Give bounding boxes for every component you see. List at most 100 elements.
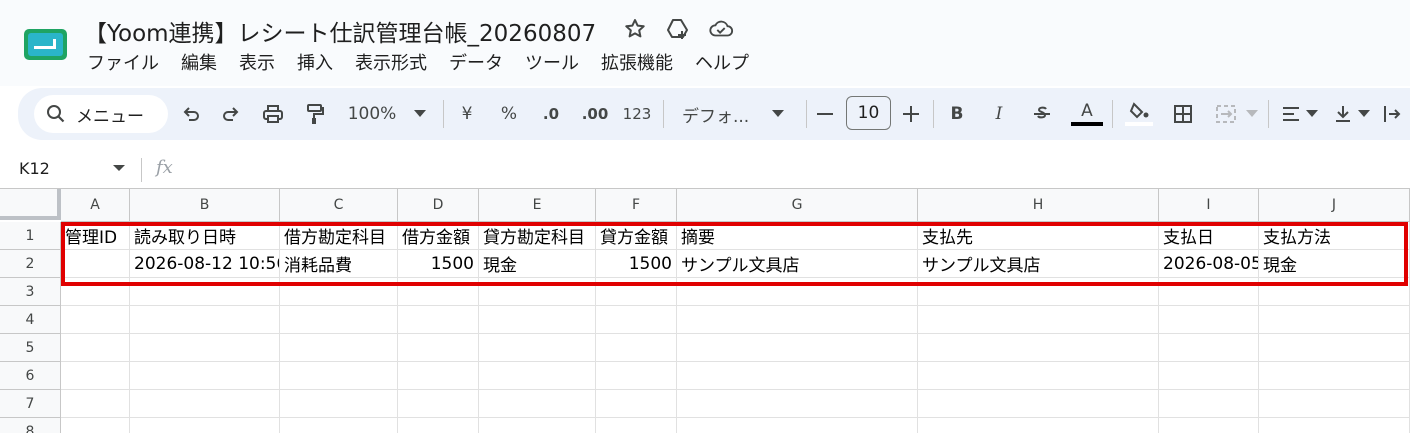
row-header-2[interactable]: 2 (0, 250, 61, 278)
menu-file[interactable]: ファイル (76, 51, 170, 77)
cell-i2[interactable]: 2026-08-05 (1159, 250, 1259, 278)
cell-e2[interactable]: 現金 (479, 250, 596, 278)
vertical-align-icon[interactable] (1330, 96, 1356, 132)
cell-i7[interactable] (1159, 390, 1259, 418)
strikethrough-icon[interactable] (1030, 96, 1054, 132)
cell-i5[interactable] (1159, 334, 1259, 362)
cell-i4[interactable] (1159, 306, 1259, 334)
column-header-i[interactable]: I (1159, 189, 1259, 222)
cell-a2[interactable] (61, 250, 130, 278)
italic-button[interactable]: I (988, 96, 1010, 132)
percent-format-button[interactable]: % (496, 96, 522, 132)
more-formats-button[interactable]: 123 (622, 96, 652, 132)
increase-font-size-icon[interactable] (900, 96, 922, 132)
chevron-down-icon[interactable] (1304, 96, 1320, 132)
cell-b3[interactable] (130, 278, 280, 306)
column-header-g[interactable]: G (677, 189, 918, 222)
font-size-input[interactable]: 10 (846, 96, 891, 130)
column-header-e[interactable]: E (479, 189, 596, 222)
move-to-drive-icon[interactable] (665, 16, 691, 42)
chevron-down-icon[interactable] (1356, 96, 1372, 132)
cell-f5[interactable] (596, 334, 677, 362)
cell-c1[interactable]: 借方勘定科目 (280, 222, 398, 250)
cloud-saved-icon[interactable] (708, 16, 734, 42)
menu-view[interactable]: 表示 (228, 51, 286, 77)
cell-a7[interactable] (61, 390, 130, 418)
cell-a3[interactable] (61, 278, 130, 306)
cell-f6[interactable] (596, 362, 677, 390)
menu-format[interactable]: 表示形式 (344, 51, 438, 77)
cell-c8[interactable] (280, 418, 398, 433)
chevron-down-icon[interactable] (113, 165, 125, 171)
cell-h5[interactable] (918, 334, 1159, 362)
cell-c2[interactable]: 消耗品費 (280, 250, 398, 278)
cell-c4[interactable] (280, 306, 398, 334)
cell-j4[interactable] (1259, 306, 1410, 334)
cell-a6[interactable] (61, 362, 130, 390)
cell-c7[interactable] (280, 390, 398, 418)
cell-e3[interactable] (479, 278, 596, 306)
menu-help[interactable]: ヘルプ (684, 51, 760, 77)
row-header-7[interactable]: 7 (0, 390, 61, 418)
text-wrap-icon[interactable] (1380, 96, 1404, 132)
cell-g8[interactable] (677, 418, 918, 433)
cell-i3[interactable] (1159, 278, 1259, 306)
cell-c5[interactable] (280, 334, 398, 362)
cell-g1[interactable]: 摘要 (677, 222, 918, 250)
cell-e1[interactable]: 貸方勘定科目 (479, 222, 596, 250)
cell-a8[interactable] (61, 418, 130, 433)
cell-i6[interactable] (1159, 362, 1259, 390)
cell-g5[interactable] (677, 334, 918, 362)
cell-d4[interactable] (398, 306, 479, 334)
cell-b4[interactable] (130, 306, 280, 334)
cell-j3[interactable] (1259, 278, 1410, 306)
paint-format-icon[interactable] (300, 96, 330, 132)
cell-j8[interactable] (1259, 418, 1410, 433)
column-header-d[interactable]: D (398, 189, 479, 222)
cell-e8[interactable] (479, 418, 596, 433)
undo-icon[interactable] (176, 96, 206, 132)
cell-e6[interactable] (479, 362, 596, 390)
cell-j6[interactable] (1259, 362, 1410, 390)
chevron-down-icon[interactable] (770, 96, 786, 132)
column-header-b[interactable]: B (130, 189, 280, 222)
cell-c6[interactable] (280, 362, 398, 390)
column-header-j[interactable]: J (1259, 189, 1410, 222)
cell-d1[interactable]: 借方金額 (398, 222, 479, 250)
menu-extensions[interactable]: 拡張機能 (590, 51, 684, 77)
cell-g7[interactable] (677, 390, 918, 418)
cell-h2[interactable]: サンプル文具店 (918, 250, 1159, 278)
spreadsheet-grid[interactable]: A B C D E F G H I J 1 管理ID 読み取り日時 借方勘定科目 借方金額 貸方勘定科目 貸方金… (0, 188, 1410, 433)
menu-insert[interactable]: 挿入 (286, 51, 344, 77)
chevron-down-icon[interactable] (1244, 96, 1260, 132)
menu-search[interactable]: メニュー (34, 95, 168, 133)
row-header-3[interactable]: 3 (0, 278, 61, 306)
decrease-font-size-icon[interactable] (814, 96, 836, 132)
zoom-select[interactable]: 100% (344, 96, 400, 132)
chevron-down-icon[interactable] (410, 96, 430, 132)
document-title[interactable]: 【Yoom連携】レシート仕訳管理台帳_20260807 (84, 14, 596, 48)
name-box[interactable]: K12 (19, 159, 50, 178)
cell-f8[interactable] (596, 418, 677, 433)
column-header-f[interactable]: F (596, 189, 677, 222)
increase-decimal-button[interactable]: .00 (578, 96, 612, 132)
cell-f7[interactable] (596, 390, 677, 418)
menu-edit[interactable]: 編集 (170, 51, 228, 77)
cell-g3[interactable] (677, 278, 918, 306)
cell-i1[interactable]: 支払日 (1159, 222, 1259, 250)
row-header-4[interactable]: 4 (0, 306, 61, 334)
cell-c3[interactable] (280, 278, 398, 306)
merge-cells-icon[interactable] (1212, 96, 1240, 132)
cell-b7[interactable] (130, 390, 280, 418)
star-icon[interactable] (622, 16, 648, 42)
text-color-button[interactable]: A (1070, 96, 1104, 132)
cell-f3[interactable] (596, 278, 677, 306)
column-header-c[interactable]: C (280, 189, 398, 222)
cell-g6[interactable] (677, 362, 918, 390)
redo-icon[interactable] (216, 96, 246, 132)
cell-e5[interactable] (479, 334, 596, 362)
decrease-decimal-button[interactable]: .0 (536, 96, 566, 132)
cell-j5[interactable] (1259, 334, 1410, 362)
cell-d3[interactable] (398, 278, 479, 306)
cell-e7[interactable] (479, 390, 596, 418)
